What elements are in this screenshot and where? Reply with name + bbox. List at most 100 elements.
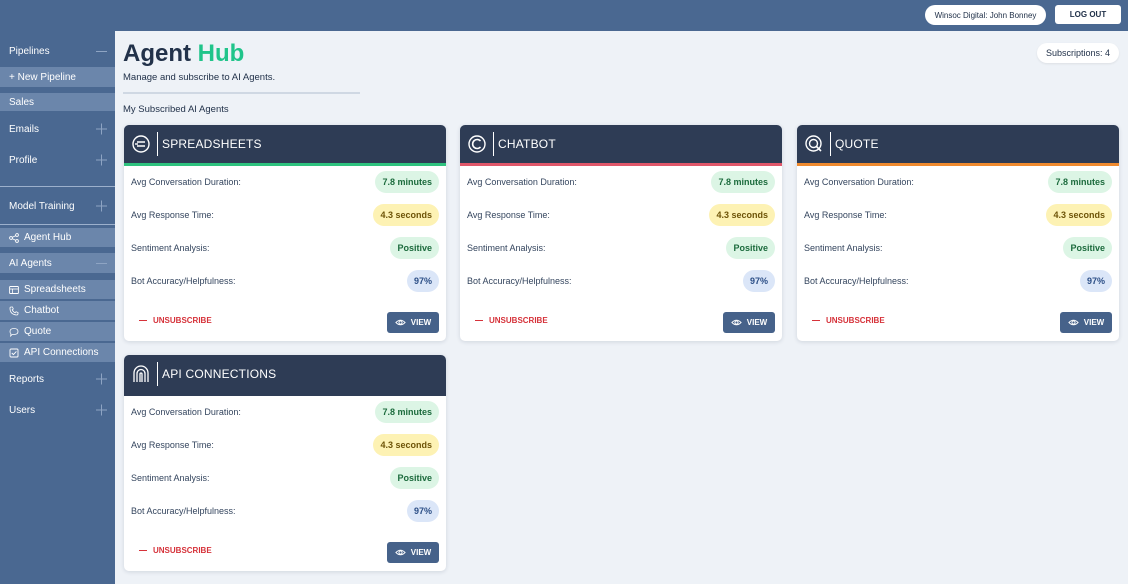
expand-icon[interactable] [96, 154, 107, 166]
duration-badge: 7.8 minutes [711, 171, 775, 193]
unsubscribe-label: UNSUBSCRIBE [489, 316, 548, 325]
agent-card-chatbot: CHATBOT Avg Conversation Duration: 7.8 m… [460, 125, 782, 341]
sidebar-item-sales[interactable]: Sales [0, 93, 115, 111]
page-title-highlight: Hub [197, 40, 245, 67]
checkbox-icon [9, 348, 19, 358]
sidebar-item-label: Sales [9, 96, 35, 108]
sidebar-item-emails[interactable]: Emails [0, 120, 115, 138]
metric-row: Sentiment Analysis: Positive [131, 237, 439, 259]
title-underline [123, 92, 360, 94]
sidebar-item-label: Spreadsheets [24, 284, 86, 295]
metric-row: Sentiment Analysis: Positive [467, 237, 775, 259]
sidebar-item-ai-agents[interactable]: AI Agents [0, 253, 115, 273]
unsubscribe-button[interactable]: UNSUBSCRIBE [475, 316, 548, 325]
sidebar-item-users[interactable]: Users [0, 401, 115, 419]
unsubscribe-label: UNSUBSCRIBE [153, 316, 212, 325]
collapse-icon[interactable] [96, 263, 107, 264]
metric-label: Sentiment Analysis: [131, 473, 210, 483]
eye-icon [1068, 319, 1079, 326]
expand-icon[interactable] [96, 404, 107, 416]
section-heading: My Subscribed AI Agents [123, 104, 229, 115]
response-time-badge: 4.3 seconds [373, 204, 439, 226]
sidebar-item-label: Chatbot [24, 305, 60, 316]
sidebar-item-label: Quote [24, 326, 52, 337]
sidebar-item-reports[interactable]: Reports [0, 370, 115, 388]
accuracy-badge: 97% [1079, 270, 1112, 292]
expand-icon[interactable] [96, 373, 107, 385]
card-title: CHATBOT [498, 137, 556, 151]
unsubscribe-button[interactable]: UNSUBSCRIBE [812, 316, 885, 325]
accuracy-badge: 97% [742, 270, 775, 292]
view-button[interactable]: VIEW [387, 542, 439, 563]
card-header: QUOTE [797, 125, 1119, 163]
metric-row: Avg Conversation Duration: 7.8 minutes [467, 171, 775, 193]
card-header: API CONNECTIONS [124, 355, 446, 393]
sidebar-item-label: Model Training [9, 200, 75, 212]
expand-icon[interactable] [96, 200, 107, 212]
sentiment-badge: Positive [390, 237, 439, 259]
response-time-badge: 4.3 seconds [1046, 204, 1112, 226]
sidebar-item-profile[interactable]: Profile [0, 151, 115, 169]
card-accent-bar [460, 163, 782, 166]
sidebar-item-model-training[interactable]: Model Training [0, 197, 115, 215]
metric-label: Sentiment Analysis: [131, 243, 210, 253]
sidebar: Pipelines + New Pipeline Sales Emails Pr… [0, 31, 115, 584]
metric-label: Avg Response Time: [131, 440, 214, 450]
page-title-prefix: Agent [123, 40, 191, 67]
card-title: API CONNECTIONS [162, 367, 277, 381]
page-subtitle: Manage and subscribe to AI Agents. [123, 72, 276, 83]
minus-icon [139, 319, 147, 322]
response-time-badge: 4.3 seconds [709, 204, 775, 226]
view-label: VIEW [1083, 318, 1105, 327]
metric-row: Bot Accuracy/Helpfulness: 97% [131, 500, 439, 522]
view-button[interactable]: VIEW [387, 312, 439, 333]
share-icon [9, 232, 19, 243]
metric-label: Sentiment Analysis: [804, 243, 883, 253]
sidebar-item-label: API Connections [24, 347, 99, 358]
sidebar-item-quote[interactable]: Quote [0, 322, 115, 341]
unsubscribe-button[interactable]: UNSUBSCRIBE [139, 316, 212, 325]
sidebar-item-api-connections[interactable]: API Connections [0, 343, 115, 362]
sidebar-item-spreadsheets[interactable]: Spreadsheets [0, 280, 115, 299]
metric-row: Avg Response Time: 4.3 seconds [467, 204, 775, 226]
duration-badge: 7.8 minutes [375, 171, 439, 193]
view-button[interactable]: VIEW [723, 312, 775, 333]
card-accent-bar [797, 163, 1119, 166]
unsubscribe-button[interactable]: UNSUBSCRIBE [139, 546, 212, 555]
spreadsheet-agent-icon [131, 134, 151, 154]
metric-label: Bot Accuracy/Helpfulness: [467, 276, 572, 286]
account-badge[interactable]: Winsoc Digital: John Bonney [925, 5, 1046, 25]
view-button[interactable]: VIEW [1060, 312, 1112, 333]
metric-row: Bot Accuracy/Helpfulness: 97% [804, 270, 1112, 292]
sidebar-item-new-pipeline[interactable]: + New Pipeline [0, 67, 115, 87]
card-title: QUOTE [835, 137, 879, 151]
view-label: VIEW [746, 318, 768, 327]
collapse-icon[interactable] [96, 51, 107, 52]
metric-label: Sentiment Analysis: [467, 243, 546, 253]
logout-button[interactable]: LOG OUT [1055, 5, 1121, 24]
agent-card-spreadsheets: SPREADSHEETS Avg Conversation Duration: … [124, 125, 446, 341]
eye-icon [395, 319, 406, 326]
header-separator [157, 132, 158, 156]
sidebar-item-label: Emails [9, 123, 40, 135]
minus-icon [475, 319, 483, 322]
metric-row: Sentiment Analysis: Positive [804, 237, 1112, 259]
minus-icon [139, 549, 147, 552]
sidebar-item-pipelines[interactable]: Pipelines [0, 43, 115, 59]
sidebar-item-agent-hub[interactable]: Agent Hub [0, 228, 115, 247]
metric-label: Bot Accuracy/Helpfulness: [131, 506, 236, 516]
card-header: CHATBOT [460, 125, 782, 163]
card-title: SPREADSHEETS [162, 137, 262, 151]
card-accent-bar [124, 393, 446, 396]
metric-row: Avg Response Time: 4.3 seconds [804, 204, 1112, 226]
chatbot-agent-icon [467, 134, 487, 154]
unsubscribe-label: UNSUBSCRIBE [826, 316, 885, 325]
sentiment-badge: Positive [1063, 237, 1112, 259]
expand-icon[interactable] [96, 123, 107, 135]
sidebar-item-label: Users [9, 404, 36, 416]
accuracy-badge: 97% [406, 270, 439, 292]
metric-label: Avg Conversation Duration: [467, 177, 577, 187]
agent-card-quote: QUOTE Avg Conversation Duration: 7.8 min… [797, 125, 1119, 341]
sidebar-item-chatbot[interactable]: Chatbot [0, 301, 115, 320]
metric-row: Avg Conversation Duration: 7.8 minutes [804, 171, 1112, 193]
